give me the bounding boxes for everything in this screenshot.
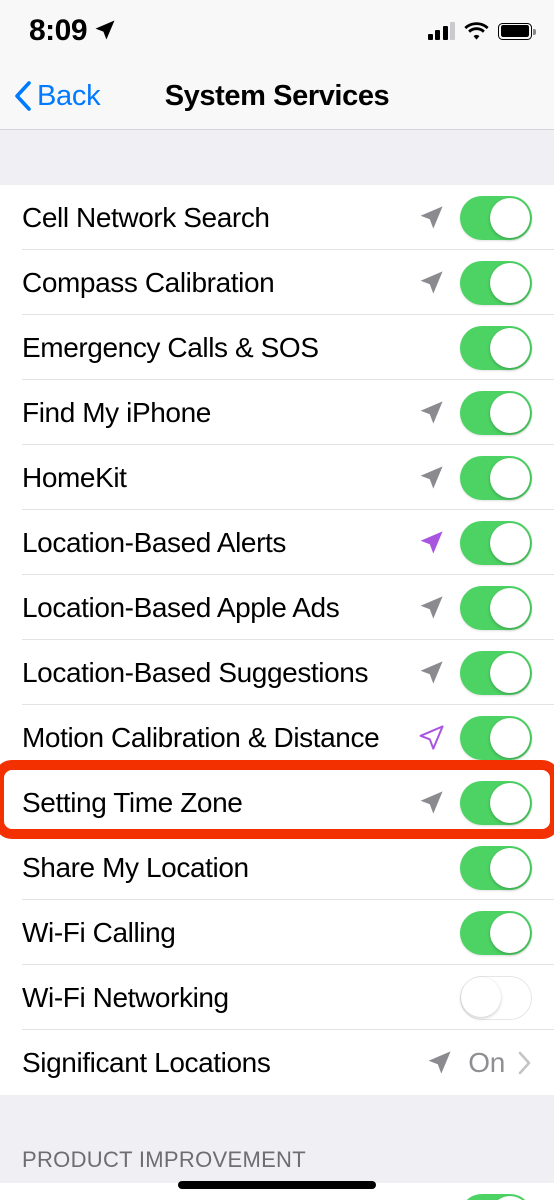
settings-row[interactable]: Find My iPhone <box>0 380 554 445</box>
toggle-switch[interactable] <box>460 585 532 630</box>
toggle-switch[interactable] <box>460 260 532 305</box>
settings-row-label: Location-Based Apple Ads <box>22 591 340 623</box>
toggle-switch[interactable] <box>460 520 532 565</box>
section-header-label: PRODUCT IMPROVEMENT <box>22 1147 306 1172</box>
settings-row[interactable]: Compass Calibration <box>0 250 554 315</box>
settings-row-accessory <box>418 390 532 435</box>
settings-row-accessory <box>418 455 532 500</box>
location-arrow-icon-used <box>428 1051 451 1074</box>
location-arrow-icon-active <box>420 531 443 554</box>
row-value: On <box>468 1046 505 1078</box>
settings-row-accessory: On <box>426 1047 532 1079</box>
settings-row-accessory <box>418 585 532 630</box>
location-arrow-icon-used <box>420 596 443 619</box>
location-arrow-icon-used <box>420 206 443 229</box>
iphone-screen: 8:09 Back System Services Cell Network S… <box>0 0 554 1200</box>
settings-row-label: Emergency Calls & SOS <box>22 331 319 363</box>
toggle-knob <box>490 522 530 563</box>
toggle-knob <box>490 847 530 888</box>
settings-scroll-view[interactable]: Cell Network Search Compass Calibration Em… <box>0 130 554 1200</box>
toggle-knob <box>490 912 530 953</box>
cellular-signal-icon <box>427 22 455 40</box>
wifi-icon <box>464 22 489 40</box>
section-header-product-improvement: PRODUCT IMPROVEMENT <box>0 1095 554 1183</box>
settings-row[interactable]: Significant Locations On <box>0 1030 554 1095</box>
toggle-switch[interactable] <box>460 195 532 240</box>
settings-row-label: Significant Locations <box>22 1046 271 1078</box>
toggle-switch[interactable] <box>460 910 532 955</box>
toggle-knob <box>490 587 530 628</box>
section-spacer-top <box>0 130 554 185</box>
settings-row-label: Setting Time Zone <box>22 786 243 818</box>
settings-row[interactable]: Emergency Calls & SOS <box>0 315 554 380</box>
toggle-switch[interactable] <box>460 780 532 825</box>
toggle-switch[interactable] <box>460 1193 532 1200</box>
settings-row-label: Wi-Fi Networking <box>22 981 229 1013</box>
settings-row-label: Compass Calibration <box>22 266 275 298</box>
toggle-knob <box>490 1195 530 1200</box>
toggle-switch[interactable] <box>460 650 532 695</box>
location-arrow-icon-used <box>420 466 443 489</box>
settings-row-label: Wi-Fi Calling <box>22 916 176 948</box>
toggle-switch[interactable] <box>460 390 532 435</box>
settings-row-label: Location-Based Suggestions <box>22 656 369 688</box>
settings-row[interactable]: Location-Based Suggestions <box>0 640 554 705</box>
home-indicator[interactable] <box>178 1181 376 1189</box>
toggle-knob <box>490 652 530 693</box>
settings-row-accessory <box>418 195 532 240</box>
location-arrow-icon-used <box>420 271 443 294</box>
settings-row-accessory <box>418 845 532 890</box>
toggle-knob <box>490 262 530 303</box>
status-bar: 8:09 <box>0 0 554 62</box>
location-arrow-icon-used <box>420 401 443 424</box>
toggle-knob <box>490 717 530 758</box>
settings-row[interactable]: Share My Location <box>0 835 554 900</box>
settings-row[interactable]: Motion Calibration & Distance <box>0 705 554 770</box>
settings-row-accessory <box>418 520 532 565</box>
toggle-knob <box>461 976 501 1017</box>
settings-row-accessory <box>418 910 532 955</box>
settings-row-label: Find My iPhone <box>22 396 211 428</box>
page-title: System Services <box>164 79 390 112</box>
location-arrow-icon <box>95 20 115 40</box>
settings-row[interactable]: HomeKit <box>0 445 554 510</box>
status-bar-time: 8:09 <box>29 14 88 47</box>
toggle-knob <box>490 782 530 823</box>
settings-row-accessory <box>418 975 532 1020</box>
settings-row-accessory <box>418 1193 532 1200</box>
location-arrow-icon-recent <box>419 725 444 750</box>
toggle-switch[interactable] <box>460 845 532 890</box>
chevron-right-icon <box>518 1051 531 1074</box>
battery-full-icon <box>498 22 536 40</box>
settings-row-label: Share My Location <box>22 851 249 883</box>
settings-row-label: Cell Network Search <box>22 201 270 233</box>
settings-row[interactable]: Location-Based Apple Ads <box>0 575 554 640</box>
toggle-knob <box>490 457 530 498</box>
toggle-knob <box>490 327 530 368</box>
toggle-knob <box>490 392 530 433</box>
location-arrow-icon-used <box>420 791 443 814</box>
settings-row-label: Location-Based Alerts <box>22 526 286 558</box>
location-arrow-icon-used <box>420 661 443 684</box>
settings-row[interactable]: Wi-Fi Calling <box>0 900 554 965</box>
settings-row[interactable]: Cell Network Search <box>0 185 554 250</box>
settings-row-label: HomeKit <box>22 461 127 493</box>
settings-row-accessory <box>418 325 532 370</box>
settings-row-label: Motion Calibration & Distance <box>22 721 380 753</box>
toggle-switch[interactable] <box>460 325 532 370</box>
settings-row[interactable]: Wi-Fi Networking <box>0 965 554 1030</box>
navigation-bar: Back System Services <box>0 62 554 130</box>
system-services-group: Cell Network Search Compass Calibration Em… <box>0 185 554 1095</box>
settings-row-accessory <box>418 780 532 825</box>
toggle-switch[interactable] <box>460 715 532 760</box>
settings-row[interactable]: Setting Time Zone <box>0 770 554 835</box>
settings-row-accessory <box>418 260 532 305</box>
toggle-switch[interactable] <box>460 455 532 500</box>
settings-row[interactable]: Location-Based Alerts <box>0 510 554 575</box>
settings-row-accessory <box>418 715 532 760</box>
toggle-switch[interactable] <box>460 975 532 1020</box>
status-bar-indicators <box>427 18 536 44</box>
settings-row-accessory <box>418 650 532 695</box>
toggle-knob <box>490 197 530 238</box>
